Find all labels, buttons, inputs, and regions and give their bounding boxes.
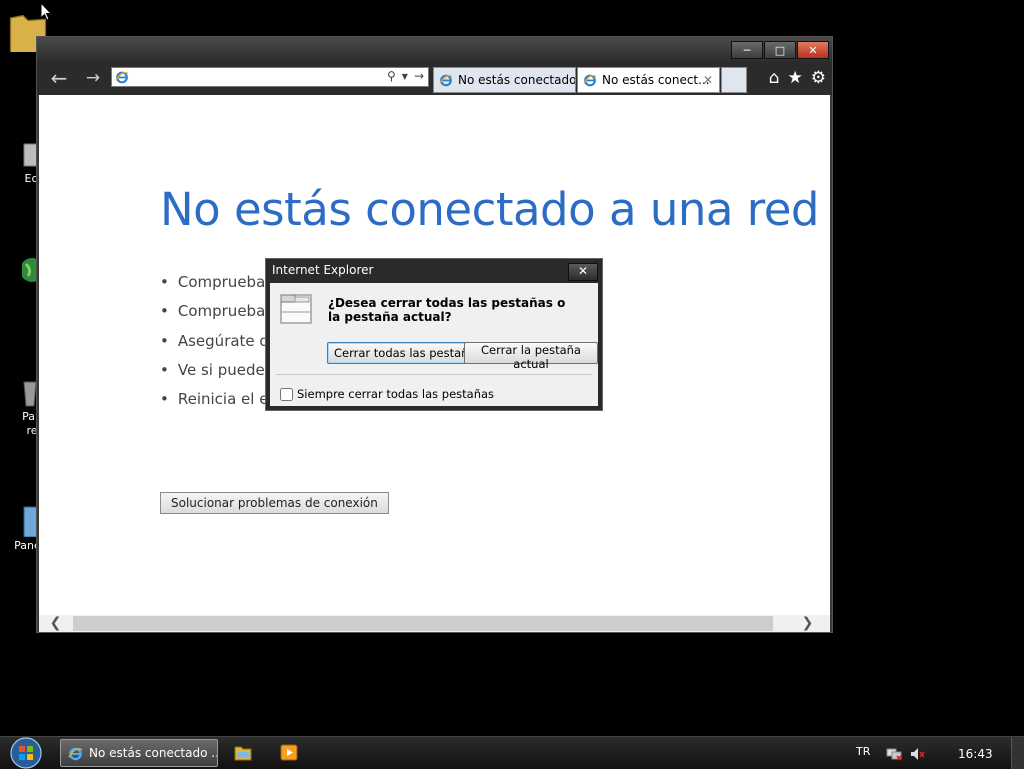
back-button[interactable]: ← (45, 66, 73, 90)
always-close-row[interactable]: Siempre cerrar todas las pestañas (280, 387, 494, 401)
dialog-title: Internet Explorer (272, 263, 374, 277)
media-player-icon[interactable] (280, 744, 298, 761)
taskbar-ie-item[interactable]: No estás conectado ... (60, 739, 218, 767)
tabs-window-icon (280, 294, 312, 324)
taskbar: No estás conectado ... TR 16:43 (0, 736, 1024, 769)
mouse-cursor-icon (40, 2, 52, 21)
navigation-bar: ← → ⚲ ▼ → No estás conectado... No estás… (37, 61, 832, 95)
scroll-thumb[interactable] (73, 616, 773, 631)
favorites-icon[interactable]: ★ (788, 68, 803, 88)
home-icon[interactable]: ⌂ (769, 68, 780, 88)
close-current-tab-button[interactable]: Cerrar la pestaña actual (464, 342, 598, 371)
volume-muted-icon[interactable] (910, 747, 926, 761)
scroll-left-icon[interactable]: ❮ (47, 615, 64, 632)
start-button[interactable] (7, 737, 45, 769)
dialog-divider (276, 374, 592, 375)
address-input[interactable] (134, 69, 374, 85)
network-disconnected-icon[interactable] (886, 747, 902, 761)
forward-button[interactable]: → (79, 66, 107, 90)
address-bar[interactable]: ⚲ ▼ → (111, 67, 429, 87)
file-explorer-icon[interactable] (234, 744, 252, 761)
tab-1[interactable]: No estás conectado... (433, 67, 576, 93)
troubleshoot-button[interactable]: Solucionar problemas de conexión (160, 492, 389, 514)
always-close-checkbox[interactable] (280, 387, 293, 401)
ie-logo-icon (439, 74, 453, 87)
dialog-close-button[interactable]: ✕ (568, 263, 598, 281)
tab-title: No estás conect... (602, 73, 710, 87)
taskbar-item-label: No estás conectado ... (89, 746, 218, 760)
ie-logo-icon (68, 747, 83, 761)
tab-2[interactable]: No estás conect... ✕ (577, 67, 720, 93)
go-arrow-icon[interactable]: → (414, 69, 424, 85)
clock[interactable]: 16:43 (958, 747, 993, 761)
page-title: No estás conectado a una red (160, 183, 820, 236)
tab-close-icon[interactable]: ✕ (703, 68, 713, 92)
language-indicator[interactable]: TR (856, 745, 870, 758)
dialog-question: ¿Desea cerrar todas las pestañas o la pe… (328, 296, 566, 324)
dialog-body: ¿Desea cerrar todas las pestañas o la pe… (270, 283, 598, 406)
settings-icon[interactable]: ⚙ (811, 68, 826, 88)
ie-logo-icon (115, 71, 129, 84)
new-tab-button[interactable] (721, 67, 747, 93)
address-tools: ⚲ ▼ → (387, 69, 424, 85)
window-titlebar[interactable]: ─ □ ✕ (37, 37, 832, 61)
window-controls: ─ □ ✕ (731, 41, 829, 59)
close-button[interactable]: ✕ (797, 41, 829, 59)
scroll-right-icon[interactable]: ❯ (799, 615, 816, 632)
close-tabs-dialog: Internet Explorer ✕ ¿Desea cerrar todas … (265, 258, 603, 411)
show-desktop-button[interactable] (1011, 737, 1024, 769)
minimize-button[interactable]: ─ (731, 41, 763, 59)
tab-title: No estás conectado... (458, 73, 576, 87)
horizontal-scrollbar[interactable]: ❮ ❯ (39, 615, 830, 632)
ie-logo-icon (583, 74, 597, 87)
maximize-button[interactable]: □ (764, 41, 796, 59)
always-close-label: Siempre cerrar todas las pestañas (297, 387, 495, 401)
search-icon[interactable]: ⚲ (387, 69, 396, 85)
dropdown-icon[interactable]: ▼ (402, 69, 408, 85)
toolbar-icons: ⌂ ★ ⚙ (769, 68, 826, 88)
